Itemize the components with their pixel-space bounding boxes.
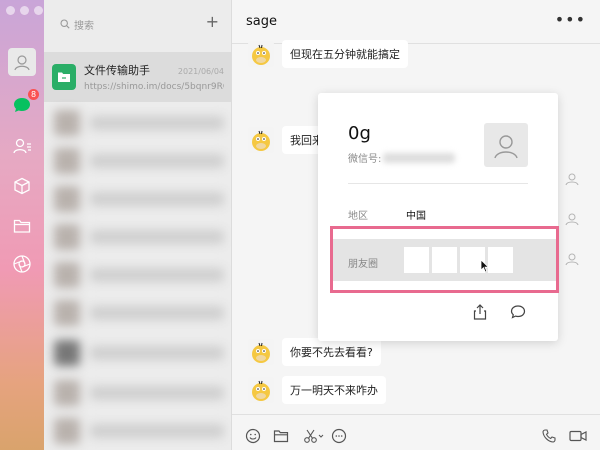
send-file-button[interactable] (272, 427, 290, 445)
message: 你要不先去看看? (248, 338, 381, 366)
more-options-button[interactable]: ••• (555, 10, 586, 29)
profile-card: 0g 微信号: 地区 中国 朋友圈 (318, 93, 558, 341)
composer-toolbar (232, 414, 600, 450)
voice-call-button[interactable] (540, 427, 558, 445)
contacts-icon (13, 138, 31, 154)
add-button[interactable]: + (206, 12, 219, 32)
chat-bubble-icon (331, 428, 347, 444)
psyduck-avatar-icon (252, 380, 270, 401)
ghost-avatar-icon (564, 172, 580, 189)
search-icon (60, 19, 70, 29)
wechat-id-label: 微信号: (348, 154, 382, 165)
phone-icon (542, 429, 556, 443)
blurred-conversation[interactable] (54, 146, 224, 176)
share-card-button[interactable] (471, 303, 489, 321)
nav-moments[interactable] (10, 252, 34, 276)
scissors-icon (304, 429, 324, 443)
region-label: 地区 (348, 211, 368, 222)
chat-header: sage ••• (232, 0, 600, 44)
conversation-list: 搜索 + 文件传输助手 2021/06/04 https://shimo.im/… (44, 0, 232, 450)
emoji-icon (245, 428, 261, 444)
message-icon (510, 305, 526, 319)
blurred-conversation[interactable] (54, 222, 224, 252)
send-message-button[interactable] (509, 303, 527, 321)
minimize-window-button[interactable] (20, 6, 29, 15)
avatar-icon (14, 55, 30, 71)
emoji-button[interactable] (244, 427, 262, 445)
region-value: 中国 (406, 211, 426, 222)
message: 万一明天不来咋办 (248, 376, 386, 404)
video-camera-icon (569, 430, 587, 442)
message-bubble[interactable]: 万一明天不来咋办 (282, 376, 386, 404)
psyduck-avatar-icon (252, 130, 270, 151)
sender-avatar[interactable] (248, 127, 274, 153)
chat-history-button[interactable] (330, 427, 348, 445)
search-input[interactable]: 搜索 (56, 14, 198, 34)
conversation-date: 2021/06/04 (177, 67, 224, 76)
nav-chats[interactable]: 8 (10, 89, 39, 117)
message: 但现在五分钟就能搞定 (248, 40, 408, 68)
cube-icon (14, 177, 30, 195)
psyduck-avatar-icon (252, 44, 270, 65)
share-icon (473, 304, 487, 320)
psyduck-avatar-icon (252, 342, 270, 363)
zoom-window-button[interactable] (34, 6, 43, 15)
blurred-conversation[interactable] (54, 378, 224, 408)
chat-title: sage (246, 14, 277, 29)
conversation-item-file-transfer[interactable]: 文件传输助手 2021/06/04 https://shimo.im/docs/… (44, 52, 231, 102)
search-placeholder: 搜索 (74, 20, 94, 32)
profile-avatar[interactable] (484, 123, 528, 167)
file-transfer-icon (52, 64, 76, 90)
ghost-avatar-icon (564, 252, 580, 269)
blurred-conversation[interactable] (54, 338, 224, 368)
sender-avatar[interactable] (248, 377, 274, 403)
divider (348, 183, 528, 184)
sender-avatar[interactable] (248, 41, 274, 67)
nav-sidebar: 8 (0, 0, 44, 450)
folder-icon (13, 219, 31, 233)
blurred-conversation[interactable] (54, 184, 224, 214)
blurred-conversation[interactable] (54, 416, 224, 446)
video-call-button[interactable] (568, 427, 588, 445)
highlight-box (330, 226, 559, 293)
conversation-name: 文件传输助手 (84, 64, 150, 77)
folder-icon (273, 430, 289, 443)
sender-avatar[interactable] (248, 339, 274, 365)
blurred-conversation[interactable] (54, 260, 224, 290)
blurred-conversation[interactable] (54, 108, 224, 138)
my-avatar[interactable] (8, 48, 36, 76)
ghost-avatar-icon (564, 212, 580, 229)
blurred-conversation[interactable] (54, 298, 224, 328)
screenshot-button[interactable] (302, 427, 326, 445)
window-controls[interactable] (6, 6, 43, 15)
nav-favorites[interactable] (10, 174, 34, 198)
message-bubble[interactable]: 但现在五分钟就能搞定 (282, 40, 408, 68)
unread-badge: 8 (28, 89, 39, 100)
avatar-icon (494, 135, 518, 159)
nav-contacts[interactable] (10, 134, 34, 158)
nav-files[interactable] (10, 214, 34, 238)
aperture-icon (13, 255, 31, 273)
wechat-id-value-redacted (383, 152, 456, 163)
message-bubble[interactable]: 你要不先去看看? (282, 338, 381, 366)
profile-name: 0g (348, 123, 371, 144)
close-window-button[interactable] (6, 6, 15, 15)
conversation-preview: https://shimo.im/docs/5bqnr9RG... (84, 82, 224, 92)
wechat-id: 微信号: (348, 150, 456, 165)
